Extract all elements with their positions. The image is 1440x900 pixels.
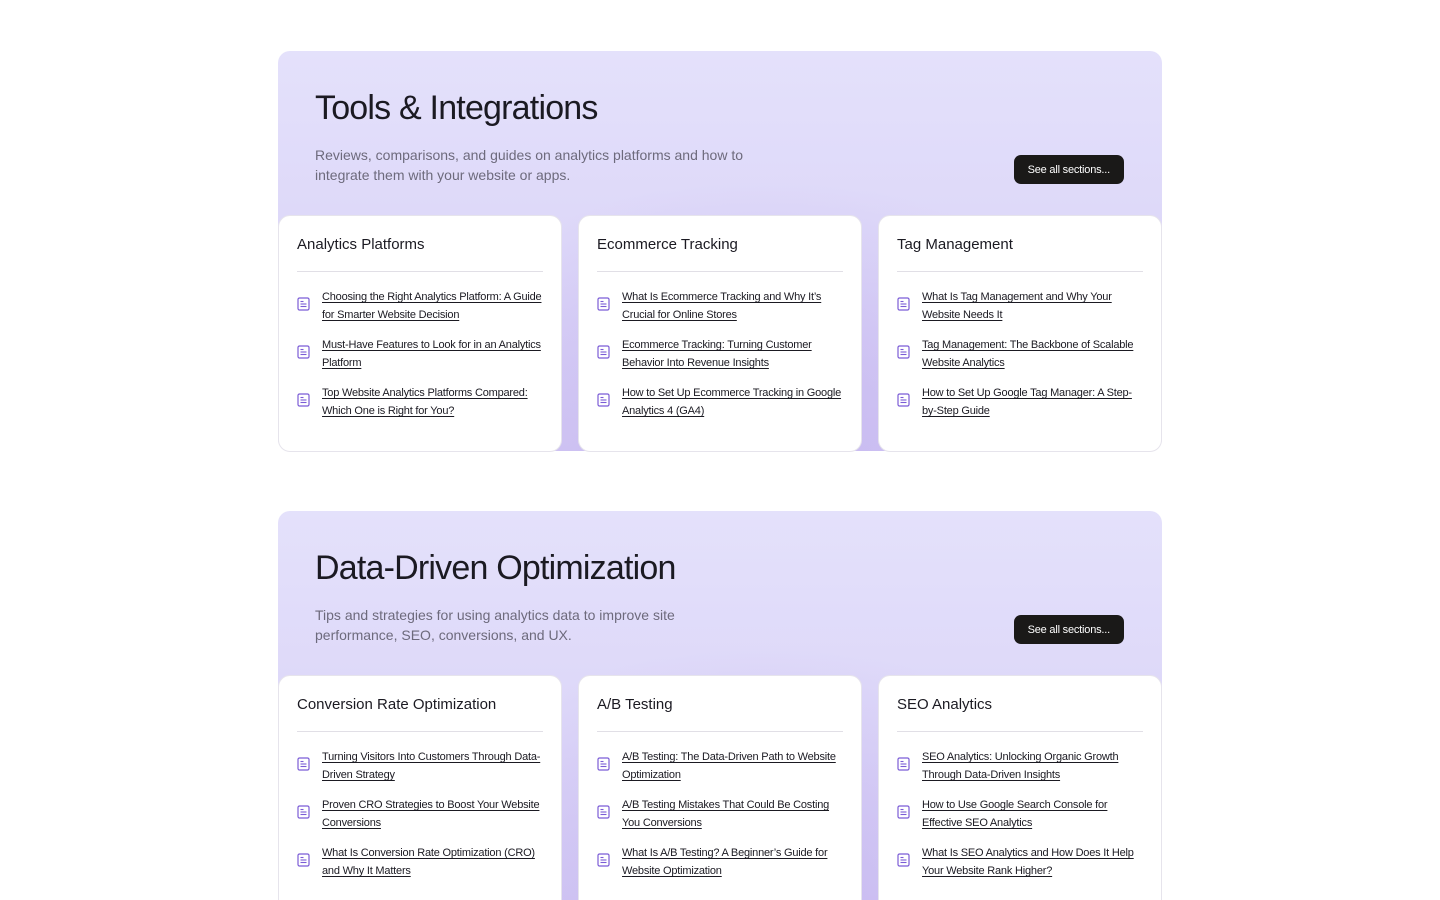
document-icon: [297, 853, 310, 867]
article-link[interactable]: What Is Tag Management and Why Your Webs…: [922, 288, 1143, 324]
document-icon: [897, 297, 910, 311]
see-all-sections-button[interactable]: See all sections...: [1013, 155, 1124, 184]
list-item: Tag Management: The Backbone of Scalable…: [897, 336, 1143, 384]
list-item: What Is Ecommerce Tracking and Why It’s …: [597, 288, 843, 336]
document-icon: [297, 805, 310, 819]
article-link[interactable]: Top Website Analytics Platforms Compared…: [322, 384, 543, 420]
category-card-tag-management: Tag Management What Is Tag Management an…: [878, 215, 1162, 452]
article-list: Choosing the Right Analytics Platform: A…: [297, 272, 543, 432]
list-item: Must-Have Features to Look for in an Ana…: [297, 336, 543, 384]
section-description: Reviews, comparisons, and guides on anal…: [315, 147, 743, 183]
list-item: What Is Tag Management and Why Your Webs…: [897, 288, 1143, 336]
card-title: Tag Management: [897, 216, 1143, 272]
list-item: How to Use Google Search Console for Eff…: [897, 796, 1143, 844]
document-icon: [897, 345, 910, 359]
document-icon: [897, 393, 910, 407]
list-item: What Is Conversion Rate Optimization (CR…: [297, 844, 543, 892]
article-link[interactable]: A/B Testing: The Data-Driven Path to Web…: [622, 748, 843, 784]
document-icon: [297, 345, 310, 359]
article-list: Turning Visitors Into Customers Through …: [297, 732, 543, 892]
article-link[interactable]: Must-Have Features to Look for in an Ana…: [322, 336, 543, 372]
article-link[interactable]: Turning Visitors Into Customers Through …: [322, 748, 543, 784]
list-item: How to Set Up Ecommerce Tracking in Goog…: [597, 384, 843, 432]
card-title: A/B Testing: [597, 676, 843, 732]
list-item: A/B Testing Mistakes That Could Be Costi…: [597, 796, 843, 844]
document-icon: [597, 345, 610, 359]
list-item: What Is SEO Analytics and How Does It He…: [897, 844, 1143, 892]
list-item: Ecommerce Tracking: Turning Customer Beh…: [597, 336, 843, 384]
article-link[interactable]: What Is A/B Testing? A Beginner’s Guide …: [622, 844, 843, 880]
card-title: Analytics Platforms: [297, 216, 543, 272]
article-link[interactable]: A/B Testing Mistakes That Could Be Costi…: [622, 796, 843, 832]
article-link[interactable]: Proven CRO Strategies to Boost Your Webs…: [322, 796, 543, 832]
document-icon: [897, 853, 910, 867]
list-item: Choosing the Right Analytics Platform: A…: [297, 288, 543, 336]
category-card-conversion-rate-optimization: Conversion Rate Optimization Turning Vis…: [278, 675, 562, 900]
see-all-sections-button[interactable]: See all sections...: [1013, 615, 1124, 644]
article-link[interactable]: What Is SEO Analytics and How Does It He…: [922, 844, 1143, 880]
article-link[interactable]: What Is Ecommerce Tracking and Why It’s …: [622, 288, 843, 324]
section-title: Tools & Integrations: [315, 89, 598, 127]
article-link[interactable]: How to Set Up Google Tag Manager: A Step…: [922, 384, 1143, 420]
document-icon: [597, 805, 610, 819]
list-item: Top Website Analytics Platforms Compared…: [297, 384, 543, 432]
document-icon: [897, 805, 910, 819]
document-icon: [297, 297, 310, 311]
document-icon: [597, 297, 610, 311]
article-list: A/B Testing: The Data-Driven Path to Web…: [597, 732, 843, 892]
card-title: Ecommerce Tracking: [597, 216, 843, 272]
section-tools-integrations: Tools & Integrations Reviews, comparison…: [278, 51, 1162, 452]
article-list: SEO Analytics: Unlocking Organic Growth …: [897, 732, 1143, 892]
page: Tools & Integrations Reviews, comparison…: [0, 0, 1440, 900]
section-data-driven-optimization: Data-Driven Optimization Tips and strate…: [278, 511, 1162, 900]
list-item: A/B Testing: The Data-Driven Path to Web…: [597, 748, 843, 796]
category-card-ecommerce-tracking: Ecommerce Tracking What Is Ecommerce Tra…: [578, 215, 862, 452]
section-description: Tips and strategies for using analytics …: [315, 607, 675, 643]
article-link[interactable]: How to Use Google Search Console for Eff…: [922, 796, 1143, 832]
article-list: What Is Ecommerce Tracking and Why It’s …: [597, 272, 843, 432]
article-link[interactable]: Choosing the Right Analytics Platform: A…: [322, 288, 543, 324]
category-cards: Analytics Platforms Choosing the Right A…: [278, 215, 1162, 452]
list-item: Proven CRO Strategies to Boost Your Webs…: [297, 796, 543, 844]
article-link[interactable]: Ecommerce Tracking: Turning Customer Beh…: [622, 336, 843, 372]
document-icon: [897, 757, 910, 771]
list-item: How to Set Up Google Tag Manager: A Step…: [897, 384, 1143, 432]
category-cards: Conversion Rate Optimization Turning Vis…: [278, 675, 1162, 900]
category-card-ab-testing: A/B Testing A/B Testing: The Data-Driven…: [578, 675, 862, 900]
card-title: Conversion Rate Optimization: [297, 676, 543, 732]
article-link[interactable]: What Is Conversion Rate Optimization (CR…: [322, 844, 543, 880]
list-item: What Is A/B Testing? A Beginner’s Guide …: [597, 844, 843, 892]
document-icon: [297, 757, 310, 771]
category-card-analytics-platforms: Analytics Platforms Choosing the Right A…: [278, 215, 562, 452]
document-icon: [297, 393, 310, 407]
document-icon: [597, 757, 610, 771]
document-icon: [597, 393, 610, 407]
article-link[interactable]: SEO Analytics: Unlocking Organic Growth …: [922, 748, 1143, 784]
category-card-seo-analytics: SEO Analytics SEO Analytics: Unlocking O…: [878, 675, 1162, 900]
section-title: Data-Driven Optimization: [315, 549, 676, 587]
article-link[interactable]: How to Set Up Ecommerce Tracking in Goog…: [622, 384, 843, 420]
document-icon: [597, 853, 610, 867]
list-item: SEO Analytics: Unlocking Organic Growth …: [897, 748, 1143, 796]
card-title: SEO Analytics: [897, 676, 1143, 732]
article-link[interactable]: Tag Management: The Backbone of Scalable…: [922, 336, 1143, 372]
list-item: Turning Visitors Into Customers Through …: [297, 748, 543, 796]
article-list: What Is Tag Management and Why Your Webs…: [897, 272, 1143, 432]
